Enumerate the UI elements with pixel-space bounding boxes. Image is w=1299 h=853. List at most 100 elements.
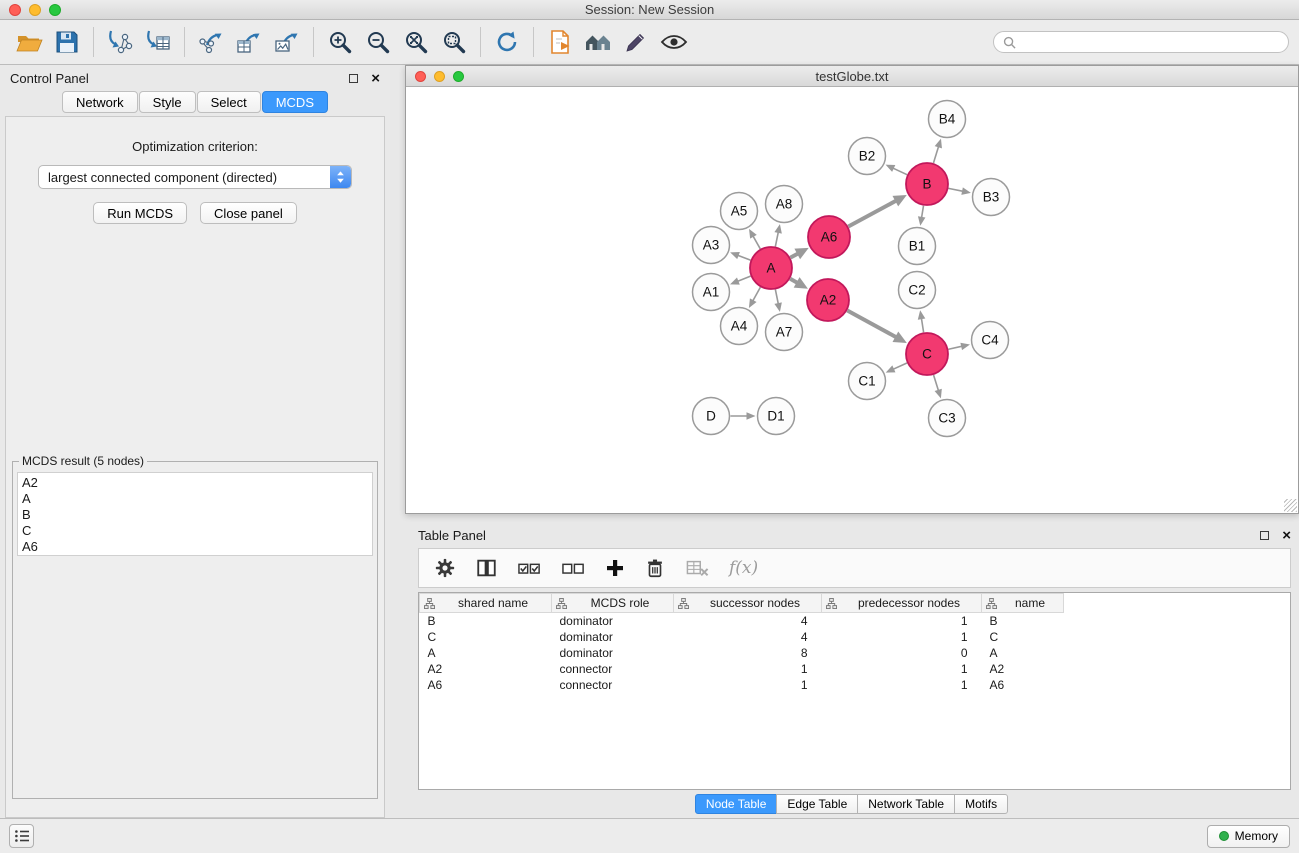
zoom-in-button[interactable]	[321, 24, 359, 60]
delete-table-button[interactable]	[685, 557, 710, 579]
graph-edge-B-B2[interactable]	[893, 168, 907, 175]
criterion-dropdown[interactable]: largest connected component (directed)	[38, 165, 352, 189]
graph-node-A6[interactable]: A6	[808, 216, 850, 258]
graph-node-B1[interactable]: B1	[899, 228, 936, 265]
search-box[interactable]	[993, 31, 1289, 53]
graph-edge-A-A7[interactable]	[775, 290, 778, 305]
graph-node-C[interactable]: C	[906, 333, 948, 375]
mcds-result-item[interactable]: B	[22, 507, 372, 523]
export-table-button[interactable]	[230, 24, 268, 60]
column-header-shared-name[interactable]: shared name	[420, 594, 552, 613]
tab-mcds[interactable]: MCDS	[262, 91, 328, 113]
table-tab-motifs[interactable]: Motifs	[954, 794, 1008, 814]
graph-edge-A-A8[interactable]	[775, 232, 778, 247]
graph-node-C2[interactable]: C2	[899, 272, 936, 309]
network-graph[interactable]: B4 B2 B B3 A5A8A6 A3 B1 A C2 A1 A2 A4A7 C4 C C1 C3 D D1	[406, 87, 1298, 512]
graph-edge-A-A5[interactable]	[753, 236, 760, 249]
graph-edge-A6-B[interactable]	[848, 201, 896, 227]
mcds-result-list[interactable]: A2ABCA6	[17, 472, 373, 556]
table-row[interactable]: Adominator80A	[420, 645, 1064, 661]
close-table-panel-button[interactable]: ×	[1282, 528, 1291, 543]
table-row[interactable]: A2connector11A2	[420, 661, 1064, 677]
memory-button[interactable]: Memory	[1207, 825, 1290, 848]
table-row[interactable]: A6connector11A6	[420, 677, 1064, 693]
column-header-name[interactable]: name	[982, 594, 1064, 613]
tab-select[interactable]: Select	[197, 91, 261, 113]
deselect-all-button[interactable]	[561, 557, 586, 579]
mcds-result-item[interactable]: A2	[22, 475, 372, 491]
minimize-window-button[interactable]	[29, 4, 41, 16]
table-row[interactable]: Bdominator41B	[420, 613, 1064, 629]
graph-edge-B-B3[interactable]	[949, 188, 964, 191]
column-header-successor-nodes[interactable]: successor nodes	[674, 594, 822, 613]
select-all-button[interactable]	[517, 557, 542, 579]
graph-node-A2[interactable]: A2	[807, 279, 849, 321]
node-table-container[interactable]: shared nameMCDS rolesuccessor nodesprede…	[418, 592, 1291, 790]
tab-style[interactable]: Style	[139, 91, 196, 113]
graph-node-C4[interactable]: C4	[972, 322, 1009, 359]
graph-edge-C-C1[interactable]	[893, 363, 907, 369]
zoom-fit-button[interactable]	[397, 24, 435, 60]
show-columns-button[interactable]	[475, 557, 498, 579]
graph-node-A[interactable]: A	[750, 247, 792, 289]
graph-edge-A2-C[interactable]	[847, 311, 896, 338]
task-history-button[interactable]	[9, 824, 34, 848]
tab-network[interactable]: Network	[62, 91, 138, 113]
mcds-result-item[interactable]: C	[22, 523, 372, 539]
graph-node-B3[interactable]: B3	[973, 179, 1010, 216]
show-hide-button[interactable]	[655, 24, 693, 60]
graph-edge-C-C2[interactable]	[921, 318, 923, 332]
column-header-predecessor-nodes[interactable]: predecessor nodes	[822, 594, 982, 613]
float-panel-button[interactable]	[349, 74, 358, 83]
network-canvas[interactable]: B4 B2 B B3 A5A8A6 A3 B1 A C2 A1 A2 A4A7 C4 C C1 C3 D D1	[406, 87, 1298, 513]
graph-node-B[interactable]: B	[906, 163, 948, 205]
graph-node-A7[interactable]: A7	[766, 314, 803, 351]
resize-grip[interactable]	[1284, 499, 1297, 512]
mcds-result-item[interactable]: A6	[22, 539, 372, 555]
graph-node-A1[interactable]: A1	[693, 274, 730, 311]
zoom-selected-button[interactable]	[435, 24, 473, 60]
add-column-button[interactable]	[605, 558, 625, 578]
table-row[interactable]: Cdominator41C	[420, 629, 1064, 645]
table-tab-network-table[interactable]: Network Table	[857, 794, 955, 814]
save-session-button[interactable]	[48, 24, 86, 60]
graph-node-D1[interactable]: D1	[758, 398, 795, 435]
open-document-button[interactable]	[541, 24, 579, 60]
import-table-button[interactable]	[139, 24, 177, 60]
refresh-button[interactable]	[488, 24, 526, 60]
graph-node-A5[interactable]: A5	[721, 193, 758, 230]
minimize-network-window-button[interactable]	[434, 71, 445, 82]
graph-edge-C-C4[interactable]	[948, 346, 962, 349]
graph-node-A3[interactable]: A3	[693, 227, 730, 264]
annotate-button[interactable]	[617, 24, 655, 60]
table-tab-node-table[interactable]: Node Table	[695, 794, 778, 814]
search-input[interactable]	[1022, 35, 1279, 49]
maximize-network-window-button[interactable]	[453, 71, 464, 82]
close-panel-button-mcds[interactable]: Close panel	[200, 202, 297, 224]
import-network-button[interactable]	[101, 24, 139, 60]
graph-node-C3[interactable]: C3	[929, 400, 966, 437]
graph-node-B4[interactable]: B4	[929, 101, 966, 138]
delete-column-button[interactable]	[644, 557, 666, 579]
float-table-panel-button[interactable]	[1260, 531, 1269, 540]
open-session-button[interactable]	[10, 24, 48, 60]
fullscreen-window-button[interactable]	[49, 4, 61, 16]
graph-edge-B-B4[interactable]	[933, 146, 938, 163]
export-network-button[interactable]	[192, 24, 230, 60]
column-header-MCDS-role[interactable]: MCDS role	[552, 594, 674, 613]
zoom-out-button[interactable]	[359, 24, 397, 60]
close-network-window-button[interactable]	[415, 71, 426, 82]
export-image-button[interactable]	[268, 24, 306, 60]
close-panel-button[interactable]: ×	[371, 71, 380, 86]
graph-edge-A-A6[interactable]	[790, 253, 798, 257]
run-mcds-button[interactable]: Run MCDS	[93, 202, 187, 224]
home-network-button[interactable]	[579, 24, 617, 60]
graph-node-B2[interactable]: B2	[849, 138, 886, 175]
network-window-titlebar[interactable]: testGlobe.txt	[406, 66, 1298, 87]
graph-node-D[interactable]: D	[693, 398, 730, 435]
graph-edge-C-C3[interactable]	[934, 375, 939, 391]
function-builder-button[interactable]: f(x)	[729, 558, 758, 578]
graph-node-C1[interactable]: C1	[849, 363, 886, 400]
graph-node-A4[interactable]: A4	[721, 308, 758, 345]
graph-node-A8[interactable]: A8	[766, 186, 803, 223]
